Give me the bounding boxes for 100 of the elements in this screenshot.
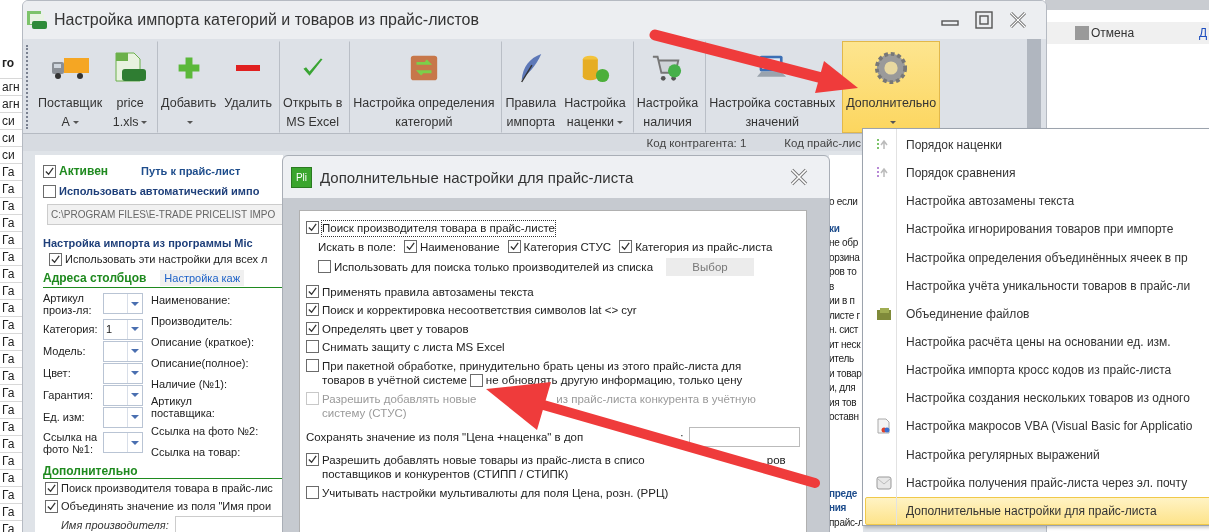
checkbox[interactable] bbox=[306, 358, 319, 372]
field-label: Ед. изм: bbox=[43, 411, 86, 423]
menu-item[interactable]: Настройка расчёта цены на основании ед. изм. bbox=[865, 328, 1209, 357]
checkbox[interactable] bbox=[306, 485, 319, 499]
text-fragment: листе г bbox=[829, 308, 861, 323]
caret-icon bbox=[131, 371, 139, 375]
caret-icon bbox=[131, 301, 139, 306]
field-label: Категория: bbox=[43, 323, 99, 335]
text-field[interactable] bbox=[689, 426, 800, 447]
close-icon[interactable] bbox=[789, 167, 809, 187]
ribbon-button[interactable]: Настройка наценки bbox=[560, 41, 630, 133]
menu-item[interactable]: Порядок сравнения bbox=[865, 159, 1209, 188]
field-label: Описание(полное): bbox=[151, 356, 250, 371]
checkbox[interactable] bbox=[469, 373, 483, 387]
text-fragment: не обр bbox=[829, 236, 859, 250]
settings-tab[interactable]: Настройка каж bbox=[160, 270, 245, 286]
checkbox[interactable] bbox=[306, 221, 319, 234]
field-label: Ссылка на товар: bbox=[151, 445, 242, 460]
menu-item[interactable]: Настройка учёта уникальности товаров в прайс-ли bbox=[865, 271, 1209, 300]
menu-item[interactable]: Объединение файлов bbox=[865, 299, 1209, 328]
caret-icon bbox=[187, 121, 194, 124]
text-fragment: и товар bbox=[829, 366, 863, 381]
menu-item[interactable]: Настройка регулярных выражений bbox=[865, 440, 1209, 469]
ribbon-button[interactable]: price 1.xls bbox=[106, 41, 155, 133]
menu-item[interactable]: Порядок наценки bbox=[865, 131, 1209, 160]
checkbox[interactable] bbox=[45, 499, 58, 513]
caret-icon bbox=[131, 415, 139, 419]
checkbox-label: Использовать эти настройки для всех л bbox=[65, 253, 268, 265]
menu-item[interactable]: Настройка определения объединённых ячеек в пр bbox=[865, 243, 1209, 272]
checkbox[interactable] bbox=[45, 481, 58, 495]
choose-button[interactable]: Выбор bbox=[666, 257, 755, 276]
cancel-label[interactable]: Отмена bbox=[1091, 26, 1135, 40]
text-fragment: итель bbox=[829, 352, 855, 366]
caret-icon bbox=[131, 440, 139, 445]
checkbox-label: ров bbox=[766, 452, 786, 467]
menu-item[interactable]: Настройка получения прайс-листа через эл. почту bbox=[865, 468, 1209, 497]
field-label: Артикул произ-ля: bbox=[43, 291, 93, 316]
checkbox[interactable] bbox=[403, 240, 417, 253]
ribbon-button[interactable]: Добавить bbox=[157, 41, 221, 133]
menu-item[interactable]: Настройка создания нескольких товаров из одного bbox=[865, 384, 1209, 413]
checkbox-label: При пакетной обработке, принудительно брать цены из этого прайс-листа для bbox=[322, 358, 742, 373]
checkbox[interactable] bbox=[49, 252, 62, 266]
window-title: Настройка импорта категорий и товаров из прайс-листов bbox=[54, 11, 480, 29]
checkbox[interactable] bbox=[507, 240, 521, 253]
link[interactable]: Д bbox=[1199, 26, 1208, 40]
caret-icon bbox=[131, 349, 139, 353]
checkbox[interactable] bbox=[306, 321, 319, 335]
checkbox-label: Учитывать настройки мультивалюты для поля Цена, розн. (РРЦ) bbox=[322, 485, 669, 500]
checkbox-label: Разрешить добавлять новые товары из прайс-листа в списо bbox=[322, 452, 645, 467]
checkbox-label: Определять цвет у товаров bbox=[322, 321, 469, 336]
field-label: Имя производителя: bbox=[61, 519, 169, 531]
maximize-icon[interactable] bbox=[974, 10, 994, 30]
ribbon-button[interactable]: Правила импорта bbox=[501, 41, 561, 133]
checkbox-label: Наименование bbox=[419, 239, 500, 254]
checkbox[interactable] bbox=[306, 452, 319, 466]
checkbox[interactable] bbox=[306, 303, 319, 316]
checkbox-label: поставщиков и конкурентов (СТИПП / СТИПК) bbox=[322, 467, 569, 482]
close-icon[interactable] bbox=[1008, 10, 1028, 30]
menu-item[interactable]: Дополнительные настройки для прайс-листа bbox=[865, 496, 1209, 525]
checkbox-label: не обновлять другую информацию, только цену bbox=[485, 373, 743, 388]
ribbon-button[interactable]: Удалить bbox=[220, 41, 277, 133]
menu-item[interactable]: Настройка автозамены текста bbox=[865, 187, 1209, 216]
checkbox[interactable] bbox=[43, 164, 56, 178]
package-icon bbox=[876, 305, 892, 322]
section-title: Путь к прайс-лист bbox=[141, 165, 241, 177]
checkbox[interactable] bbox=[306, 340, 319, 353]
section-title: Адреса столбцов bbox=[43, 271, 147, 285]
ribbon-button[interactable]: Настройка определения категорий bbox=[349, 41, 499, 133]
ribbon-button[interactable]: Дополнительно bbox=[842, 41, 941, 133]
menu-item[interactable]: Настройка импорта кросс кодов из прайс-листа bbox=[865, 356, 1209, 385]
ribbon-button[interactable]: Открыть в MS Excel bbox=[279, 41, 347, 133]
field-label: : bbox=[680, 429, 684, 444]
spreadsheet-icon bbox=[26, 10, 48, 30]
app-logo: Pli bbox=[291, 166, 312, 188]
menu-item[interactable]: Настройка макросов VBA (Visual Basic for Applicatio bbox=[865, 412, 1209, 441]
menu-item[interactable]: Настройка игнорирования товаров при импорте bbox=[865, 215, 1209, 244]
checkbox[interactable] bbox=[43, 184, 56, 198]
checkbox-label: товаров в учётной системе bbox=[322, 373, 467, 388]
field-label: Гарантия: bbox=[43, 389, 94, 401]
checkbox[interactable] bbox=[318, 260, 331, 273]
field-label: Артикул поставщика: bbox=[151, 395, 216, 421]
text-fragment: ния bbox=[829, 501, 848, 515]
text-fragment: ии в п bbox=[829, 294, 856, 308]
checkbox-label: Разрешить добавлять новые bbox=[322, 391, 477, 406]
checkbox-label: Категория СТУС bbox=[523, 239, 612, 254]
text-fragment: ия тов bbox=[829, 395, 858, 410]
caret-icon bbox=[617, 121, 624, 124]
square-icon bbox=[1075, 26, 1089, 40]
status-text: Код прайс-лис bbox=[784, 136, 861, 149]
dialog-title: Дополнительные настройки для прайс-листа bbox=[320, 168, 635, 186]
ribbon-button[interactable]: Настройка наличия bbox=[632, 41, 703, 133]
checkbox[interactable] bbox=[619, 240, 633, 253]
ribbon-button[interactable]: Поставщик А bbox=[34, 41, 107, 133]
checkbox[interactable] bbox=[306, 284, 319, 298]
text-fragment: и, для bbox=[829, 381, 857, 395]
checkbox-label: Применять правила автозамены текста bbox=[322, 284, 534, 299]
checkbox-label: Использовать автоматический импо bbox=[59, 185, 260, 197]
column-dropdown[interactable]: 1 bbox=[103, 318, 143, 340]
path-field[interactable]: C:\PROGRAM FILES\E-TRADE PRICELIST IMPO bbox=[47, 204, 283, 225]
checkbox-label: Снимать защиту с листа MS Excel bbox=[322, 340, 505, 355]
